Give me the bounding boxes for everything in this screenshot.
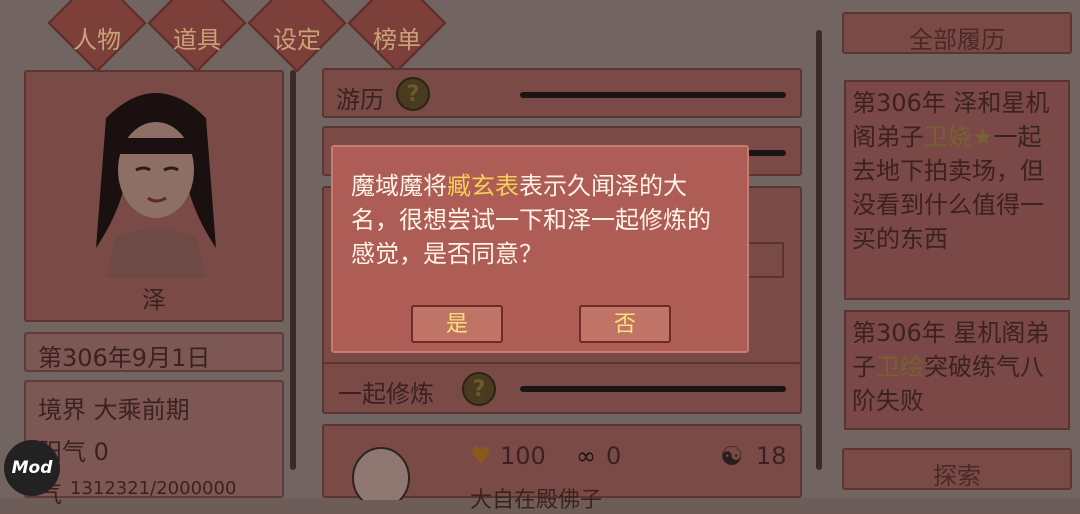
cultivate-together-label: 一起修炼	[338, 380, 434, 408]
history-entry: 第306年 泽和星机阁弟子卫娆★一起去地下拍卖场，但没看到什么值得一买的东西	[844, 80, 1070, 300]
help-icon[interactable]: ?	[462, 372, 496, 406]
all-history-title: 全部履历	[909, 26, 1005, 54]
yinyang-icon: ☯	[720, 442, 744, 472]
tab-items-label[interactable]: 道具	[152, 20, 242, 55]
middle-scrollbar[interactable]	[816, 30, 822, 470]
no-button[interactable]: 否	[579, 305, 671, 343]
chain-icon: ∞	[576, 442, 596, 470]
current-date: 第306年9月1日	[38, 344, 211, 372]
heart-value: 100	[500, 442, 546, 470]
tab-settings-label[interactable]: 设定	[252, 20, 342, 55]
character-portrait-card[interactable]: 泽	[24, 70, 284, 322]
dialog-highlight-name: 臧玄表	[447, 172, 519, 200]
mod-badge[interactable]: Mod	[4, 440, 60, 496]
yes-button[interactable]: 是	[411, 305, 503, 343]
npc-title: 大自在殿佛子	[470, 488, 603, 513]
tab-character-label[interactable]: 人物	[52, 20, 142, 55]
cultivate-progress-bar	[520, 386, 786, 392]
left-scrollbar[interactable]	[290, 70, 296, 470]
top-tabs: 人物 道具 设定 榜单	[40, 0, 447, 73]
history-entry-text: 第306年 星机阁弟子卫绘突破练气八阶失败	[852, 316, 1064, 418]
character-portrait	[96, 93, 216, 278]
row-travel[interactable]: 游历 ?	[322, 68, 802, 118]
explore-button[interactable]: 探索	[842, 448, 1072, 490]
row-cultivate-together[interactable]: 一起修炼 ?	[322, 362, 802, 414]
npc-card[interactable]: ♥ 100 ∞ 0 ☯ 18 大自在殿佛子	[322, 424, 802, 513]
yinyang-value: 18	[756, 442, 787, 470]
all-history-header[interactable]: 全部履历	[842, 12, 1072, 54]
row-travel-label: 游历	[336, 86, 384, 114]
character-name: 泽	[142, 286, 166, 314]
cultivation-progress: 1312321/2000000	[70, 478, 237, 499]
history-entry: 第306年 星机阁弟子卫绘突破练气八阶失败	[844, 310, 1070, 430]
travel-progress-bar	[520, 92, 786, 98]
history-entry-name: 卫娆★	[924, 123, 994, 151]
npc-avatar	[352, 447, 410, 500]
explore-label: 探索	[933, 462, 981, 490]
realm-text: 境界 大乘前期	[38, 396, 190, 424]
chain-value: 0	[606, 442, 622, 470]
invitation-dialog: 魔域魔将臧玄表表示久闻泽的大名，很想尝试一下和泽一起修炼的感觉，是否同意？ 是 …	[331, 145, 749, 353]
help-icon[interactable]: ?	[396, 77, 430, 111]
tab-rankings-label[interactable]: 榜单	[352, 20, 442, 55]
date-box: 第306年9月1日	[24, 332, 284, 372]
history-entry-text: 第306年 泽和星机阁弟子卫娆★一起去地下拍卖场，但没看到什么值得一买的东西	[852, 86, 1064, 256]
dialog-text-before: 魔域魔将	[351, 172, 447, 200]
history-entry-name: 卫绘	[876, 353, 924, 381]
dialog-message: 魔域魔将臧玄表表示久闻泽的大名，很想尝试一下和泽一起修炼的感觉，是否同意？	[351, 169, 731, 271]
heart-icon: ♥	[470, 442, 492, 470]
character-stats: 境界 大乘前期 阳气 0 气 1312321/2000000	[24, 380, 284, 508]
